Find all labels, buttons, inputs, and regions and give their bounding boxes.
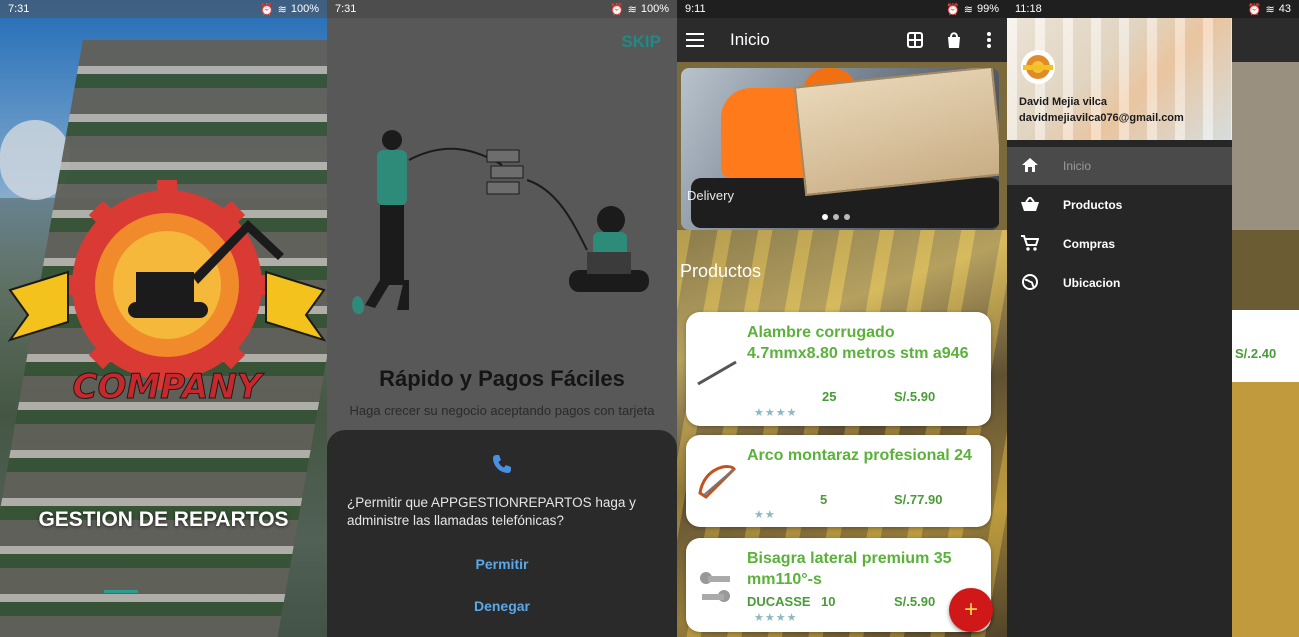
home-icon [1019,157,1041,175]
carousel-dot[interactable] [822,214,828,220]
section-title: Productos [680,261,762,281]
globe-icon [1019,273,1041,293]
promo-banner[interactable]: Delivery [681,68,999,230]
battery-level: 100% [290,3,319,15]
product-name: Bisagra lateral premium 35 mm110°-s [747,550,952,588]
onboarding-title: Rápido y Pagos Fáciles [379,366,625,391]
alarm-icon: ⏰ [1247,3,1262,16]
drawer-item-label: Inicio [1063,159,1092,173]
status-bar: 11:18 ⏰ ≋ 43 [1007,0,1299,18]
onboarding-screen: 7:31 ⏰ ≋ 100% SKIP Rápido y Pagos Fáciles … [327,0,677,637]
home-screen: 9:11 ⏰ ≋ 99% Inicio Delivery Productos Ala… [677,0,1007,637]
alarm-icon: ⏰ [259,3,274,16]
alarm-icon: ⏰ [609,3,624,16]
skip-button[interactable]: SKIP [621,32,661,52]
app-bar: Inicio [677,18,1007,62]
background-price: S/.2.40 [1235,346,1277,361]
company-logo: COMPANY [8,180,326,408]
drawer-item-ubicacion[interactable]: Ubicacion [1007,264,1232,302]
allow-button[interactable]: Permitir [327,556,677,572]
menu-icon[interactable] [686,33,704,47]
user-name: David Mejia vilca [1019,96,1108,108]
product-name: Alambre corrugado 4.7mmx8.80 metros stm … [747,324,969,362]
product-price: S/.77.90 [894,492,943,507]
status-bar: 7:31 ⏰ ≋ 100% [0,0,327,18]
banner-caption: Delivery [687,188,734,203]
product-card[interactable]: Arco montaraz profesional 24 5 S/.77.90 … [686,435,991,527]
product-brand: DUCASSE [747,594,811,609]
product-name: Arco montaraz profesional 24 [747,447,972,464]
onboarding-subtitle: Haga crecer su negocio aceptando pagos c… [349,403,655,418]
permission-message: ¿Permitir que APPGESTIONREPARTOS haga y … [347,495,636,528]
product-qty: 10 [821,594,836,609]
wifi-icon: ≋ [277,3,287,16]
deny-button[interactable]: Denegar [327,598,677,614]
status-time: 7:31 [335,3,357,15]
drawer-screen: S/.2.40 David Mejia vilca davidmejiavilc… [1007,0,1299,637]
product-qty: 5 [820,492,828,507]
hinge-icon [700,572,730,602]
status-time: 7:31 [8,3,30,15]
drawer-item-productos[interactable]: Productos [1007,186,1232,224]
splash-screen: 7:31 ⏰ ≋ 100% COMPANY GESTION DE REPARTO… [0,0,327,637]
product-rating: ★★★★ [754,612,798,624]
navigation-drawer: David Mejia vilca davidmejiavilca076@gma… [1007,0,1232,637]
drawer-item-label: Productos [1063,198,1123,212]
product-card[interactable]: Alambre corrugado 4.7mmx8.80 metros stm … [686,312,991,426]
more-options-icon[interactable] [987,32,991,48]
battery-level: 99% [976,3,999,15]
add-button[interactable]: + [949,588,993,632]
shopping-bag-icon[interactable] [946,31,962,49]
basket-icon [1019,194,1041,214]
wifi-icon: ≋ [963,3,973,16]
page-title: Inicio [730,30,770,49]
wifi-icon: ≋ [627,3,637,16]
status-bar: 9:11 ⏰ ≋ 99% [677,0,1007,18]
status-bar: 7:31 ⏰ ≋ 100% [327,0,677,18]
battery-level: 100% [640,3,669,15]
wifi-icon: ≋ [1265,3,1275,16]
screenshot-collage: 7:31 ⏰ ≋ 100% COMPANY GESTION DE REPARTO… [0,0,1299,637]
gear-logo-icon [1023,55,1053,79]
product-price: S/.5.90 [894,594,936,609]
product-card[interactable]: Bisagra lateral premium 35 mm110°-s DUCA… [686,538,991,632]
carousel-indicator [822,214,850,220]
product-rating: ★★★★ [754,407,798,419]
drawer-item-inicio[interactable]: Inicio [1007,147,1232,185]
product-price: S/.5.90 [894,389,936,404]
saw-icon [698,465,736,499]
user-email: davidmejiavilca076@gmail.com [1019,112,1184,124]
wire-icon [697,360,737,386]
product-rating: ★★ [754,509,776,521]
drawer-header: David Mejia vilca davidmejiavilca076@gma… [1007,18,1232,140]
package-box [793,68,999,197]
grid-icon[interactable] [907,32,923,48]
alarm-icon: ⏰ [946,3,960,16]
avatar[interactable] [1021,50,1055,84]
carousel-dot[interactable] [844,214,850,220]
carousel-dot[interactable] [833,214,839,220]
cart-icon [1019,234,1041,254]
drawer-item-label: Ubicacion [1063,276,1121,290]
status-time: 9:11 [685,3,706,15]
app-title: GESTION DE REPARTOS [38,508,289,531]
loading-indicator [104,590,138,593]
background-content [1232,0,1299,637]
status-time: 11:18 [1015,3,1042,15]
payment-illustration [352,130,649,315]
drawer-item-compras[interactable]: Compras [1007,225,1232,263]
drawer-item-label: Compras [1063,237,1116,251]
product-qty: 25 [822,389,837,404]
battery-level: 43 [1278,3,1291,15]
phone-icon [493,455,511,473]
logo-text: COMPANY [73,367,265,407]
permission-dialog: ¿Permitir que APPGESTIONREPARTOS haga y … [327,430,677,637]
